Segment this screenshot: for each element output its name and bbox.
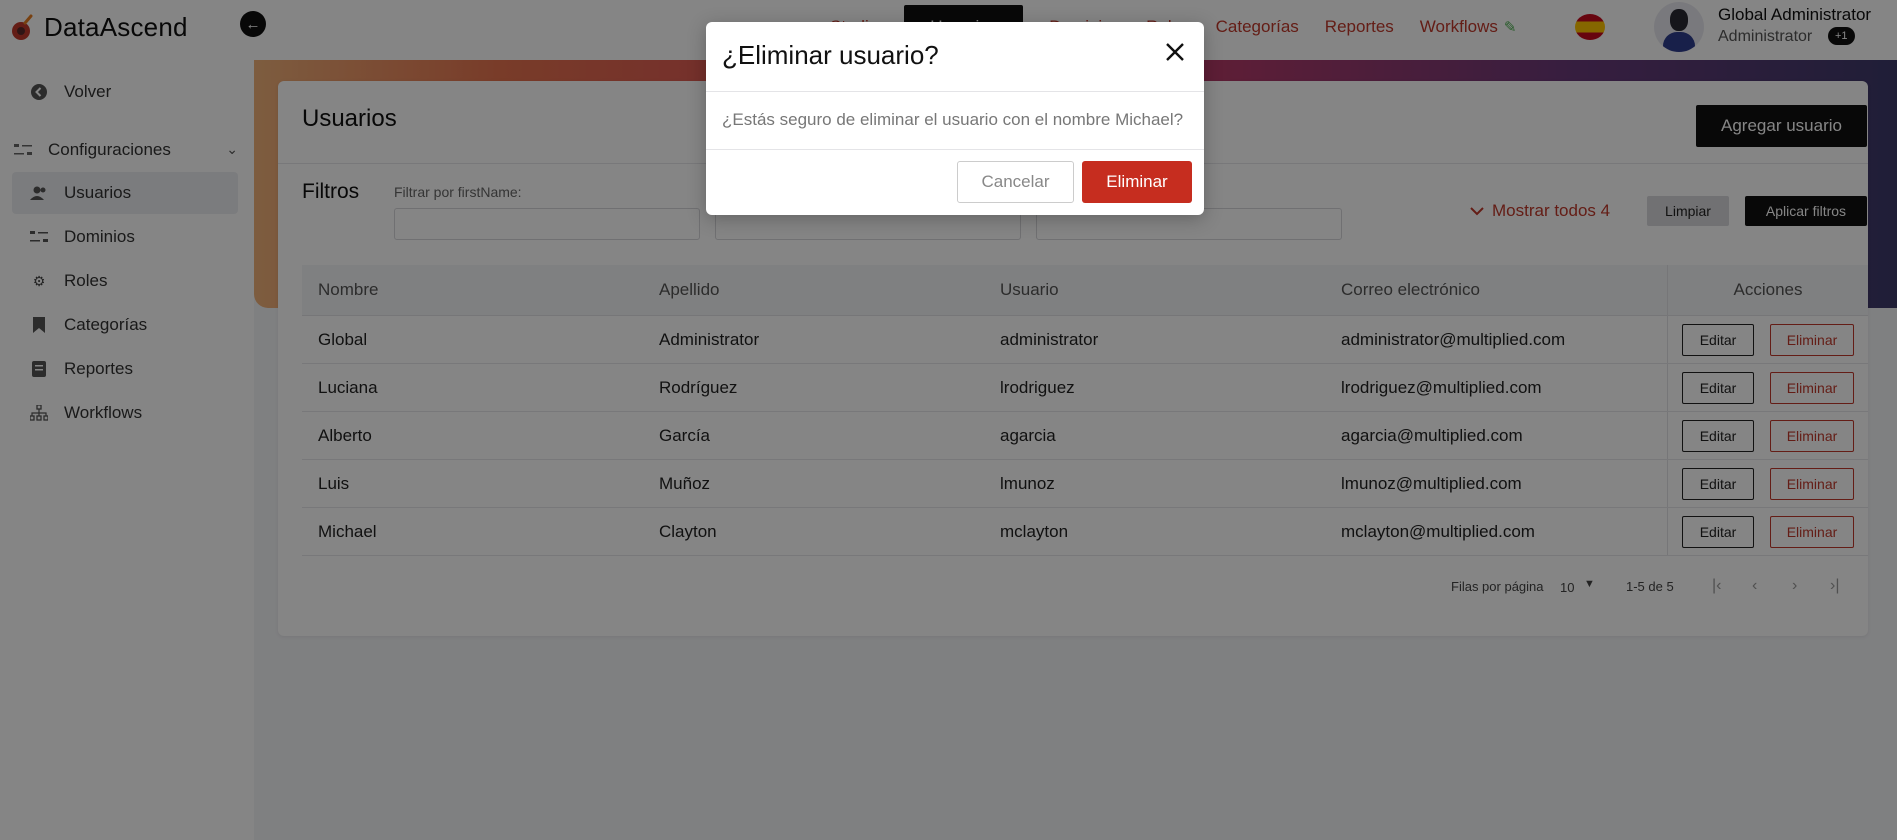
dialog-divider xyxy=(706,91,1204,92)
close-icon[interactable] xyxy=(1165,40,1185,66)
delete-user-dialog: ¿Eliminar usuario? ¿Estás seguro de elim… xyxy=(706,22,1204,215)
cancel-button[interactable]: Cancelar xyxy=(957,161,1074,203)
confirm-delete-button[interactable]: Eliminar xyxy=(1082,161,1192,203)
dialog-message: ¿Estás seguro de eliminar el usuario con… xyxy=(722,110,1184,129)
dialog-divider xyxy=(706,149,1204,150)
dialog-title: ¿Eliminar usuario? xyxy=(722,40,939,70)
